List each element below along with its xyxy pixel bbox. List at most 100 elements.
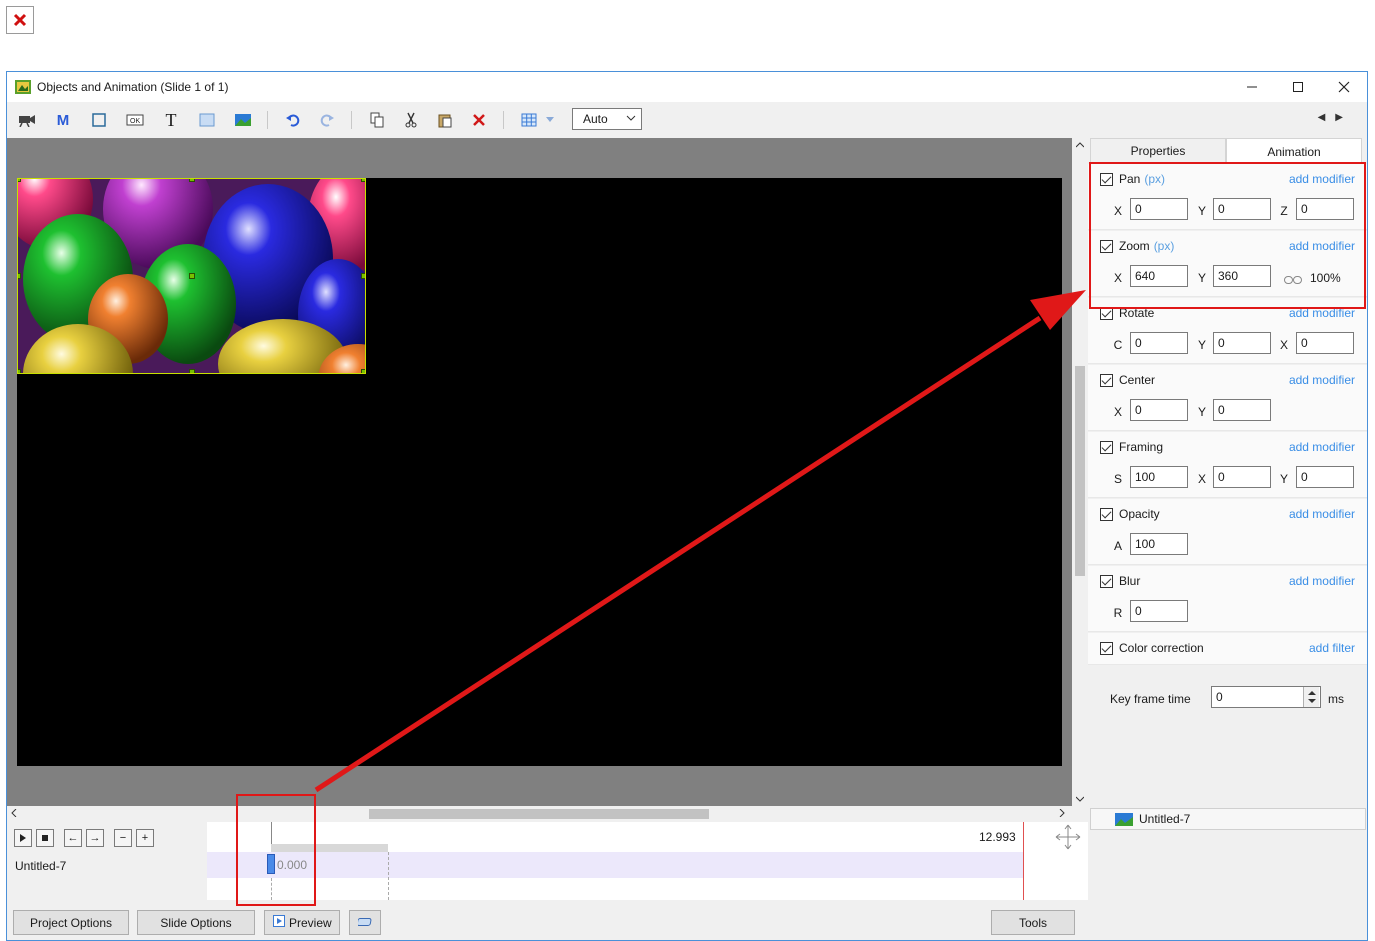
resize-handle[interactable] bbox=[361, 369, 365, 373]
toolbar-separator bbox=[503, 111, 504, 129]
tab-animation[interactable]: Animation bbox=[1226, 138, 1362, 164]
keyframe-time-row: Key frame time 0 ms bbox=[1088, 666, 1367, 732]
scroll-up-icon[interactable] bbox=[1075, 140, 1085, 151]
rotate-y-input[interactable]: 0 bbox=[1213, 332, 1271, 354]
close-button[interactable] bbox=[1321, 72, 1367, 102]
paste-icon[interactable] bbox=[435, 110, 455, 130]
copy-icon[interactable] bbox=[367, 110, 387, 130]
button-object-icon[interactable]: OK bbox=[125, 110, 145, 130]
resize-handle[interactable] bbox=[18, 369, 21, 373]
timeline-empty-row bbox=[7, 878, 207, 900]
timeline-ruler[interactable]: 12.993 bbox=[207, 822, 1088, 852]
framing-label: Framing bbox=[1119, 440, 1164, 454]
framing-y-input[interactable]: 0 bbox=[1296, 466, 1354, 488]
balloon-image-object[interactable] bbox=[17, 178, 366, 374]
resize-handle[interactable] bbox=[189, 179, 195, 182]
rotate-c-label: C bbox=[1113, 338, 1123, 352]
center-section: Center add modifier X 0 Y 0 bbox=[1088, 365, 1367, 431]
framing-y-label: Y bbox=[1279, 472, 1288, 486]
grid-icon[interactable] bbox=[519, 110, 539, 130]
opacity-a-label: A bbox=[1113, 539, 1122, 553]
opacity-add-modifier-link[interactable]: add modifier bbox=[1289, 507, 1355, 521]
center-handle[interactable] bbox=[189, 273, 195, 279]
horizontal-scroll-thumb[interactable] bbox=[369, 809, 709, 819]
preview-button[interactable]: Preview bbox=[264, 910, 340, 935]
horizontal-scrollbar[interactable] bbox=[7, 806, 1072, 822]
preview-button-label: Preview bbox=[289, 915, 332, 930]
slide-options-button[interactable]: Slide Options bbox=[137, 910, 255, 935]
timeline-track[interactable]: 0.000 bbox=[207, 852, 1023, 900]
framing-x-input[interactable]: 0 bbox=[1213, 466, 1271, 488]
monitor-icon bbox=[356, 916, 372, 930]
center-checkbox[interactable] bbox=[1100, 374, 1113, 387]
tools-button[interactable]: Tools bbox=[991, 910, 1075, 935]
maximize-button[interactable] bbox=[1275, 72, 1321, 102]
ruler-dash bbox=[388, 852, 389, 900]
minimize-button[interactable] bbox=[1229, 72, 1275, 102]
blur-r-input[interactable]: 0 bbox=[1130, 600, 1188, 622]
rotate-c-input[interactable]: 0 bbox=[1130, 332, 1188, 354]
timeline: ← → − + Untitled-7 12.993 0.000 bbox=[7, 822, 1088, 900]
tab-properties[interactable]: Properties bbox=[1090, 138, 1226, 163]
text-icon[interactable]: T bbox=[161, 110, 181, 130]
blur-section: Blur add modifier R 0 bbox=[1088, 566, 1367, 632]
resize-handle[interactable] bbox=[361, 273, 365, 279]
remove-keyframe-icon[interactable]: − bbox=[114, 829, 132, 847]
zoom-select[interactable]: Auto bbox=[572, 108, 642, 130]
timeline-track-name: Untitled-7 bbox=[7, 852, 207, 878]
resize-handle[interactable] bbox=[18, 179, 21, 182]
object-list-item-label: Untitled-7 bbox=[1139, 812, 1191, 826]
scroll-right-icon[interactable] bbox=[1059, 808, 1065, 820]
framing-checkbox[interactable] bbox=[1100, 441, 1113, 454]
rotate-y-label: Y bbox=[1197, 338, 1206, 352]
mask-icon[interactable]: M bbox=[53, 110, 73, 130]
play-icon[interactable] bbox=[14, 829, 32, 847]
cut-icon[interactable] bbox=[401, 110, 421, 130]
resize-handle[interactable] bbox=[361, 179, 365, 182]
rotate-x-input[interactable]: 0 bbox=[1296, 332, 1354, 354]
add-keyframe-icon[interactable]: + bbox=[136, 829, 154, 847]
center-x-input[interactable]: 0 bbox=[1130, 399, 1188, 421]
center-y-input[interactable]: 0 bbox=[1213, 399, 1271, 421]
stop-icon[interactable] bbox=[36, 829, 54, 847]
frame-icon[interactable] bbox=[89, 110, 109, 130]
camera-icon[interactable] bbox=[17, 110, 37, 130]
color-correction-checkbox[interactable] bbox=[1100, 642, 1113, 655]
delete-icon[interactable] bbox=[469, 110, 489, 130]
resize-handle[interactable] bbox=[18, 273, 21, 279]
opacity-a-input[interactable]: 100 bbox=[1130, 533, 1188, 555]
vertical-scrollbar[interactable] bbox=[1072, 138, 1088, 806]
slide-stage[interactable] bbox=[17, 178, 1062, 766]
scroll-down-icon[interactable] bbox=[1075, 794, 1085, 805]
vertical-scroll-thumb[interactable] bbox=[1075, 366, 1085, 576]
scroll-left-icon[interactable] bbox=[11, 808, 17, 820]
blur-add-modifier-link[interactable]: add modifier bbox=[1289, 574, 1355, 588]
panel-nav-arrows[interactable]: ◀▶ bbox=[1318, 112, 1353, 123]
title-bar: Objects and Animation (Slide 1 of 1) bbox=[7, 72, 1367, 102]
center-add-modifier-link[interactable]: add modifier bbox=[1289, 373, 1355, 387]
rectangle-icon[interactable] bbox=[197, 110, 217, 130]
opacity-checkbox[interactable] bbox=[1100, 508, 1113, 521]
blur-checkbox[interactable] bbox=[1100, 575, 1113, 588]
undo-icon[interactable] bbox=[283, 110, 303, 130]
grid-dropdown-chevron-icon[interactable] bbox=[543, 110, 557, 130]
keyframe-spinner[interactable] bbox=[1303, 687, 1319, 707]
list-item[interactable]: Untitled-7 bbox=[1090, 808, 1366, 830]
prev-keyframe-icon[interactable]: ← bbox=[64, 829, 82, 847]
object-list: Untitled-7 bbox=[1088, 806, 1367, 900]
next-keyframe-icon[interactable]: → bbox=[86, 829, 104, 847]
framing-add-modifier-link[interactable]: add modifier bbox=[1289, 440, 1355, 454]
add-filter-link[interactable]: add filter bbox=[1309, 641, 1355, 655]
image-icon[interactable] bbox=[233, 110, 253, 130]
framing-s-input[interactable]: 100 bbox=[1130, 466, 1188, 488]
move-arrows-icon[interactable] bbox=[1055, 824, 1081, 853]
keyframe-time-label: Key frame time bbox=[1110, 692, 1191, 706]
keyframe-highlight-box bbox=[236, 794, 316, 906]
panel-tabs: Properties Animation bbox=[1088, 138, 1367, 164]
redo-icon[interactable] bbox=[317, 110, 337, 130]
fullscreen-button[interactable] bbox=[349, 910, 381, 935]
resize-handle[interactable] bbox=[189, 369, 195, 373]
blur-r-label: R bbox=[1113, 606, 1123, 620]
window-title: Objects and Animation (Slide 1 of 1) bbox=[37, 80, 229, 94]
project-options-button[interactable]: Project Options bbox=[13, 910, 129, 935]
